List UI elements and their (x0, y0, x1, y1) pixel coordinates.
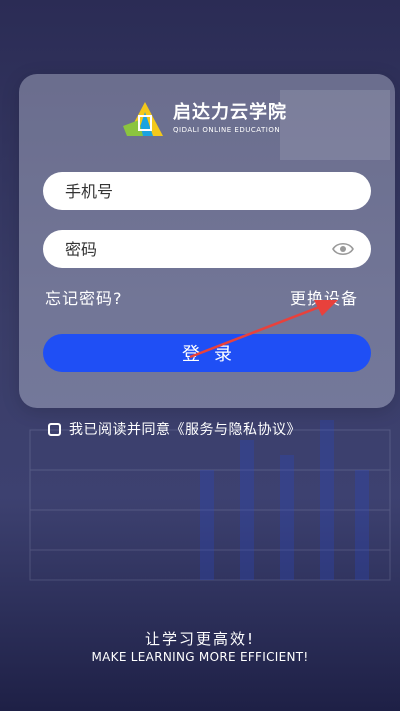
brand-name-en: QIDALI ONLINE EDUCATION (173, 126, 281, 134)
eye-icon[interactable] (332, 239, 354, 259)
brand-name-cn: 启达力云学院 (173, 102, 287, 123)
slogan-cn: 让学习更高效! (144, 630, 255, 648)
forgot-password-link[interactable]: 忘记密码? (45, 285, 123, 309)
agreement-text[interactable]: 我已阅读并同意《服务与隐私协议》 (69, 419, 301, 439)
agreement-row: 我已阅读并同意《服务与隐私协议》 (48, 419, 301, 439)
phone-input[interactable] (43, 172, 371, 210)
login-button[interactable]: 登录 (43, 334, 371, 372)
password-input[interactable] (43, 230, 371, 268)
brand-logo: 启达力云学院 QIDALI ONLINE EDUCATION (123, 98, 287, 140)
checkbox-icon[interactable] (48, 422, 61, 436)
logo-icon (123, 102, 163, 136)
change-device-link[interactable]: 更换设备 (290, 285, 358, 309)
slogan-en: MAKE LEARNING MORE EFFICIENT! (91, 650, 309, 664)
